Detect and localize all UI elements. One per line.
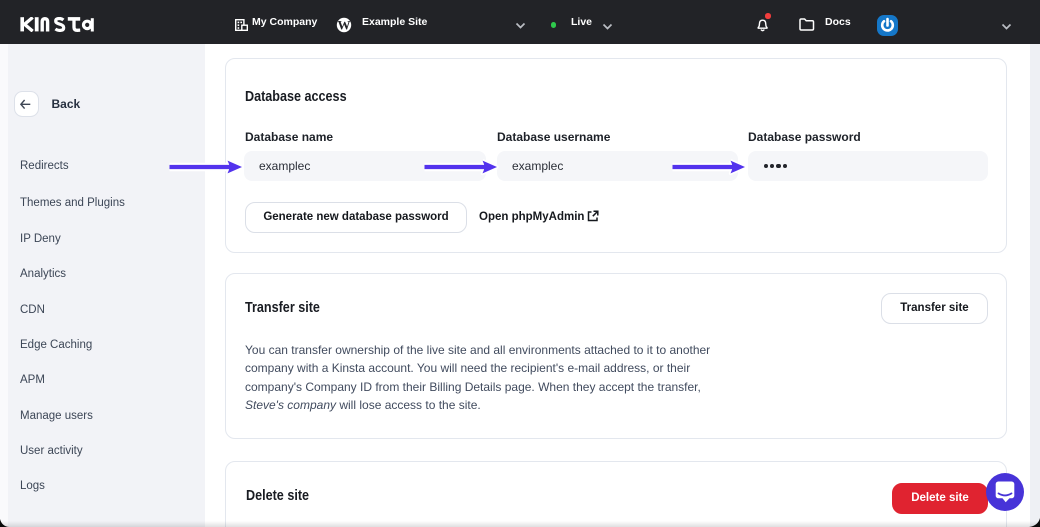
svg-text:W: W — [338, 18, 351, 33]
